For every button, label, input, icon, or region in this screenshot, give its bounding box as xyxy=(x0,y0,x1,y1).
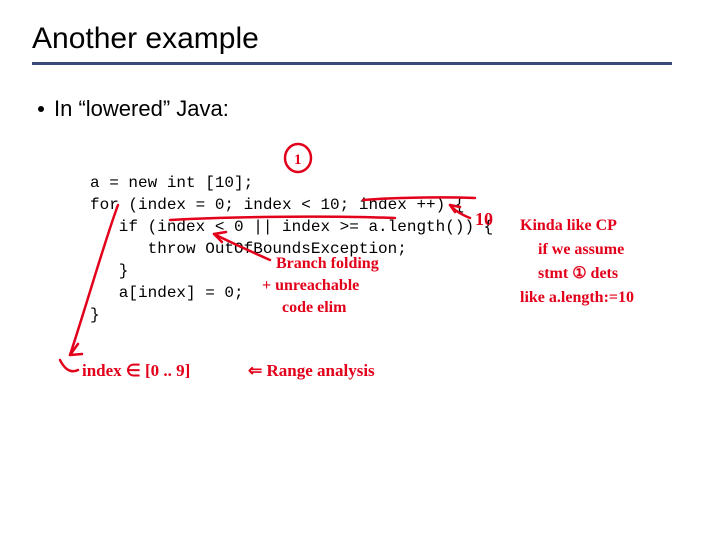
code-line: a[index] = 0; xyxy=(90,284,244,302)
code-line: throw OutOfBoundsException; xyxy=(90,240,407,258)
code-line: if (index < 0 || index >= a.length()) { xyxy=(90,218,493,236)
code-line: } xyxy=(90,262,128,280)
bullet-dot xyxy=(38,106,44,112)
code-line: } xyxy=(90,306,100,324)
code-line: a = new int [10]; xyxy=(90,174,253,192)
code-line: for (index = 0; index < 10; index ++) { xyxy=(90,196,464,214)
annot-index-range: index ∈ [0 .. 9] xyxy=(82,361,190,380)
slide-title: Another example xyxy=(32,22,259,56)
bullet-row: In “lowered” Java: xyxy=(38,96,229,122)
bullet-text: In “lowered” Java: xyxy=(54,96,229,122)
annot-cp-3: stmt ① dets xyxy=(538,265,618,282)
code-block: a = new int [10]; for (index = 0; index … xyxy=(90,150,493,348)
annot-range-analysis: ⇐ Range analysis xyxy=(248,361,375,380)
annot-cp-1: Kinda like CP xyxy=(520,217,617,234)
slide: Another example In “lowered” Java: a = n… xyxy=(0,0,720,540)
title-underline xyxy=(32,62,672,65)
annot-cp-2: if we assume xyxy=(538,241,624,258)
annot-cp-4: like a.length:=10 xyxy=(520,289,634,306)
